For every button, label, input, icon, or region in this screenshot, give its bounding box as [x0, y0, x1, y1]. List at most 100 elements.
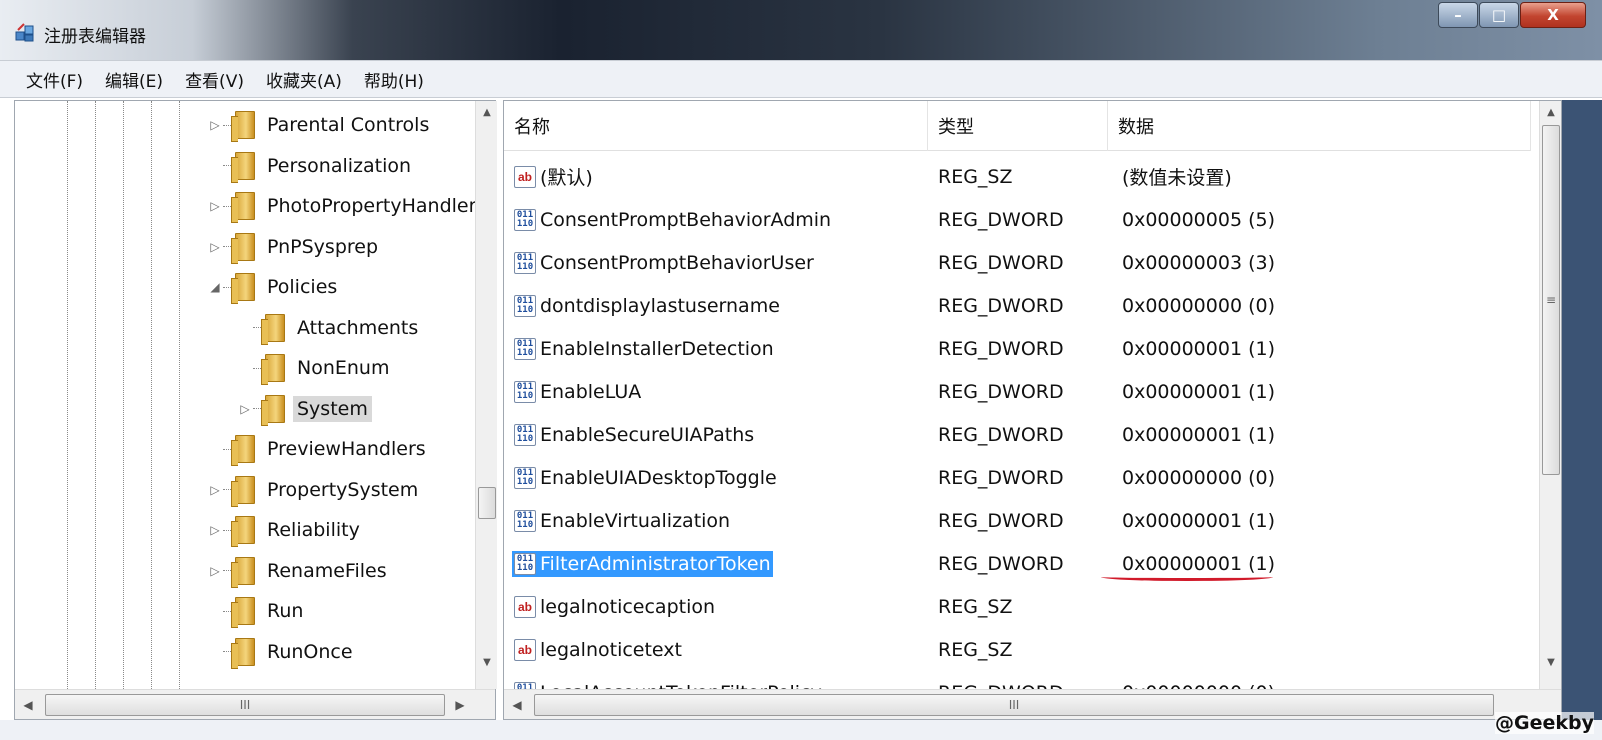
dword-value-icon: 011110	[514, 380, 536, 403]
value-row[interactable]: ab legalnoticecaption REG_SZ	[504, 585, 1531, 628]
maximize-button[interactable]: □	[1479, 2, 1519, 28]
value-row[interactable]: 011 110 EnableSecureUIAPaths REG_DWORD 0x000…	[504, 413, 1531, 456]
value-name-text: FilterAdministratorToken	[540, 552, 771, 575]
value-name-text: EnableSecureUIAPaths	[540, 423, 755, 446]
tree-item-label: PhotoPropertyHandler	[267, 195, 477, 217]
tree-item[interactable]: ▷ PnPSysprep	[207, 227, 382, 267]
close-button[interactable]: X	[1520, 2, 1586, 28]
tree-guide-line	[179, 101, 180, 689]
folder-icon	[231, 637, 255, 669]
tree-item[interactable]: RunOnce	[207, 632, 357, 672]
value-row[interactable]: 011 110 ConsentPromptBehaviorAdmin REG_DWOR…	[504, 198, 1531, 241]
title-bar[interactable]: 注册表编辑器 – □ X	[0, 0, 1602, 60]
tree-item[interactable]: ◢ Policies	[207, 267, 341, 307]
tree-item-label: PnPSysprep	[267, 235, 379, 258]
dword-value-icon: 011110	[514, 423, 536, 446]
value-name: 011 110 EnableSecureUIAPaths	[512, 422, 756, 448]
folder-icon	[231, 516, 255, 547]
scroll-down-arrow-icon[interactable]: ▼	[1540, 651, 1562, 673]
value-data: 0x00000000 (0)	[1122, 294, 1275, 317]
menu-file[interactable]: 文件(F)	[26, 67, 83, 92]
tree-item[interactable]: Attachments	[237, 308, 422, 348]
value-data: 0x00000001 (1)	[1122, 337, 1275, 360]
tree-item[interactable]: ▷ PropertySystem	[207, 470, 422, 510]
icon-glyph: 110	[516, 476, 534, 487]
minimize-button[interactable]: –	[1438, 2, 1478, 28]
expand-arrow-icon[interactable]: ▷	[207, 483, 223, 497]
tree-item[interactable]: ▷ Parental Controls	[207, 105, 433, 145]
menu-help[interactable]: 帮助(H)	[364, 67, 424, 92]
list-vertical-scrollbar[interactable]: ▲ ≡ ▼	[1539, 101, 1561, 689]
tree-item[interactable]: ▷ PhotoPropertyHandler	[207, 186, 477, 226]
icon-glyph: ab	[517, 642, 532, 657]
window-frame-edge	[1562, 100, 1602, 720]
scroll-left-arrow-icon[interactable]: ◀	[504, 690, 530, 720]
value-row[interactable]: 011110 LocalAccountTokenFilterPolicy REG_D…	[504, 671, 1531, 689]
scroll-thumb[interactable]: ≡	[1542, 125, 1560, 475]
value-name-text: LocalAccountTokenFilterPolicy	[540, 682, 822, 690]
tree-vertical-scrollbar[interactable]: ▲ ▼	[475, 101, 497, 689]
value-row[interactable]: 011 110 FilterAdministratorToken REG_DWORD 0…	[504, 542, 1531, 585]
value-row[interactable]: 011 110 EnableLUA REG_DWORD 0x00000001 (1)	[504, 370, 1531, 413]
value-data: (数值未设置)	[1122, 167, 1232, 189]
value-row[interactable]: 011 110 ConsentPromptBehaviorUser REG_DWORD…	[504, 241, 1531, 284]
tree-item-label: System	[293, 395, 372, 422]
value-name: 011 110 EnableVirtualization	[512, 508, 732, 534]
value-data: 0x00000001 (1)	[1122, 509, 1275, 532]
tree-item[interactable]: Personalization	[207, 146, 415, 186]
dword-value-icon: 011110	[514, 251, 536, 274]
scroll-right-arrow-icon[interactable]: ▶	[447, 690, 473, 720]
status-strip	[0, 720, 1602, 740]
tree-item[interactable]: PreviewHandlers	[207, 429, 430, 469]
scroll-thumb[interactable]	[478, 487, 496, 519]
menu-favorites[interactable]: 收藏夹(A)	[266, 67, 342, 92]
tree-horizontal-scrollbar[interactable]: ◀ III ▶	[15, 689, 495, 719]
tree-item[interactable]: Run	[207, 591, 307, 631]
value-name-text: EnableUIADesktopToggle	[540, 466, 777, 489]
list-horizontal-scrollbar[interactable]: ◀ III	[504, 689, 1561, 719]
tree-item[interactable]: ▷ System	[237, 389, 372, 429]
icon-glyph: 110	[516, 433, 534, 444]
dword-value-icon: 011110	[514, 509, 536, 532]
expand-arrow-icon[interactable]: ◢	[207, 280, 223, 294]
expand-arrow-icon[interactable]: ▷	[207, 240, 223, 254]
expand-arrow-icon[interactable]: ▷	[207, 199, 223, 213]
expand-arrow-icon[interactable]: ▷	[207, 118, 223, 132]
tree-item-label: PreviewHandlers	[267, 438, 426, 460]
dword-value-icon: 011110	[514, 294, 536, 317]
menu-view[interactable]: 查看(V)	[185, 67, 244, 92]
value-name-cell: 011 110 EnableLUA	[512, 370, 928, 413]
column-header-data[interactable]: 数据	[1108, 101, 1531, 151]
value-row[interactable]: 011 110 dontdisplaylastusername REG_DWORD 0x…	[504, 284, 1531, 327]
scroll-left-arrow-icon[interactable]: ◀	[15, 690, 41, 720]
value-name-cell: ab legalnoticecaption	[512, 585, 928, 628]
menu-edit[interactable]: 编辑(E)	[105, 67, 163, 92]
value-row[interactable]: 011 110 EnableUIADesktopToggle REG_DWORD 0x0…	[504, 456, 1531, 499]
expand-arrow-icon[interactable]: ▷	[237, 402, 253, 416]
value-data: 0x00000001 (1)	[1122, 552, 1275, 575]
column-header-name[interactable]: 名称	[504, 101, 928, 151]
folder-icon	[231, 273, 255, 304]
value-name-text: ConsentPromptBehaviorUser	[540, 251, 814, 274]
value-row[interactable]: ab (默认) REG_SZ (数值未设置)	[504, 155, 1531, 198]
tree-item[interactable]: ▷ Reliability	[207, 510, 364, 550]
tree-item[interactable]: ▷ RenameFiles	[207, 551, 391, 591]
tree-item[interactable]: NonEnum	[237, 348, 393, 388]
value-row[interactable]: ab legalnoticetext REG_SZ	[504, 628, 1531, 671]
value-name-text: EnableVirtualization	[540, 509, 731, 532]
scroll-up-arrow-icon[interactable]: ▲	[476, 101, 498, 123]
scroll-thumb[interactable]: III	[534, 694, 1494, 716]
expand-arrow-icon[interactable]: ▷	[207, 523, 223, 537]
value-row[interactable]: 011 110 EnableInstallerDetection REG_DWORD 0…	[504, 327, 1531, 370]
scroll-down-arrow-icon[interactable]: ▼	[476, 651, 498, 673]
expand-arrow-icon[interactable]: ▷	[207, 564, 223, 578]
value-name: 011 110 EnableInstallerDetection	[512, 336, 776, 362]
folder-icon	[231, 232, 255, 264]
value-name-cell: 011 110 EnableVirtualization	[512, 499, 928, 542]
value-row[interactable]: 011 110 EnableVirtualization REG_DWORD 0x000…	[504, 499, 1531, 542]
value-name-cell: 011 110 EnableInstallerDetection	[512, 327, 928, 370]
icon-glyph: 110	[516, 261, 534, 272]
scroll-thumb[interactable]: III	[45, 694, 445, 716]
scroll-up-arrow-icon[interactable]: ▲	[1540, 101, 1562, 123]
column-header-type[interactable]: 类型	[928, 101, 1108, 151]
